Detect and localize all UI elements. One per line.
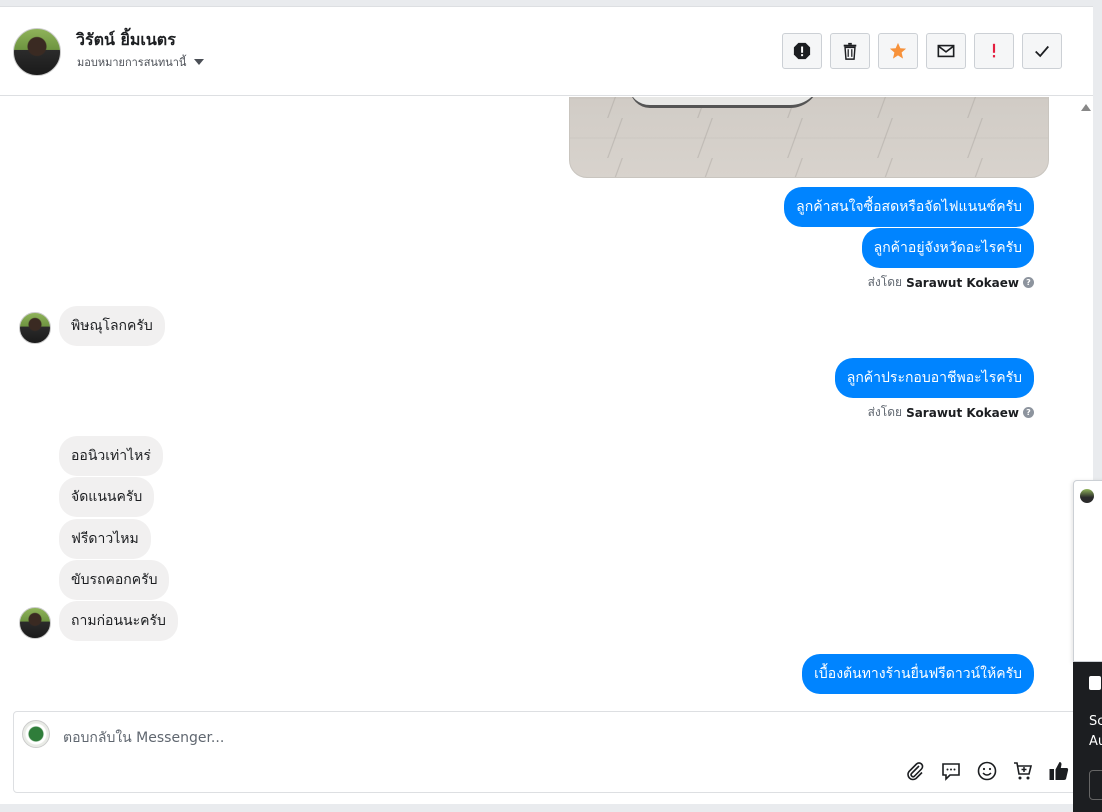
paperclip-icon[interactable] xyxy=(904,760,926,782)
sent-by-name: Sarawut Kokaew xyxy=(906,275,1019,290)
assign-conversation-dropdown[interactable]: มอบหมายการสนทนานี้ xyxy=(77,53,205,71)
sent-by-name: Sarawut Kokaew xyxy=(906,405,1019,420)
help-icon[interactable]: ? xyxy=(1023,407,1034,418)
reply-composer[interactable]: ตอบกลับใน Messenger... xyxy=(13,711,1083,793)
outgoing-message[interactable]: ลูกค้าอยู่จังหวัดอะไรครับ xyxy=(861,228,1034,268)
conversation-header: วิรัตน์ ยิ้มเนตร มอบหมายการสนทนานี้ xyxy=(0,7,1093,96)
incoming-message[interactable]: จัดแนนครับ xyxy=(59,477,155,517)
notification-popup[interactable]: Sc Au xyxy=(1073,662,1102,812)
like-icon[interactable] xyxy=(1048,760,1070,782)
envelope-icon xyxy=(937,44,955,58)
image-attachment[interactable] xyxy=(569,97,1049,178)
car-photo xyxy=(630,97,820,108)
chat-preview-widget[interactable] xyxy=(1073,480,1102,662)
reply-input[interactable]: ตอบกลับใน Messenger... xyxy=(63,727,224,749)
composer-tools xyxy=(904,760,1070,782)
saved-reply-icon[interactable] xyxy=(940,760,962,782)
alert-octagon-icon xyxy=(793,42,811,60)
contact-avatar[interactable] xyxy=(13,28,61,76)
floor-tiles xyxy=(570,97,1048,177)
notification-line-2: Au xyxy=(1089,734,1102,749)
exclamation-icon xyxy=(992,43,996,58)
notification-line-1: Sc xyxy=(1089,714,1102,729)
outgoing-message[interactable]: เบื้องต้นทางร้านยื่นฟรีดาวน์ให้ครับ xyxy=(802,654,1034,694)
page-avatar xyxy=(22,720,50,748)
notification-button[interactable] xyxy=(1089,770,1102,800)
cart-icon[interactable] xyxy=(1012,760,1034,782)
sent-by-label: ส่งโดย Sarawut Kokaew ? xyxy=(868,403,1034,422)
assign-label: มอบหมายการสนทนานี้ xyxy=(77,56,187,69)
star-icon xyxy=(889,42,907,59)
contact-name[interactable]: วิรัตน์ ยิ้มเนตร xyxy=(76,28,176,53)
incoming-message[interactable]: พิษณุโลกครับ xyxy=(59,306,165,346)
incoming-message[interactable]: ออนิวเท่าไหร่ xyxy=(59,436,163,476)
outgoing-message[interactable]: ลูกค้าสนใจซื้อสดหรือจัดไฟแนนซ์ครับ xyxy=(784,187,1034,227)
chevron-down-icon xyxy=(194,59,205,65)
trash-icon xyxy=(843,42,857,60)
emoji-icon[interactable] xyxy=(976,760,998,782)
sent-by-prefix: ส่งโดย xyxy=(867,405,903,419)
follow-up-button[interactable] xyxy=(974,33,1014,69)
sent-by-prefix: ส่งโดย xyxy=(867,275,903,289)
spam-button[interactable] xyxy=(782,33,822,69)
star-button[interactable] xyxy=(878,33,918,69)
message-thread[interactable]: ลูกค้าสนใจซื้อสดหรือจัดไฟแนนซ์ครับ ลูกค้… xyxy=(0,97,1078,709)
contact-avatar-small xyxy=(19,607,51,639)
app-frame: วิรัตน์ ยิ้มเนตร มอบหมายการสนทนานี้ ลูกค… xyxy=(0,0,1102,812)
delete-button[interactable] xyxy=(830,33,870,69)
widget-avatar xyxy=(1080,489,1094,503)
contact-avatar-small xyxy=(19,312,51,344)
outgoing-message[interactable]: ลูกค้าประกอบอาชีพอะไรครับ xyxy=(834,358,1034,398)
mark-done-button[interactable] xyxy=(1022,33,1062,69)
conversation-panel: วิรัตน์ ยิ้มเนตร มอบหมายการสนทนานี้ ลูกค… xyxy=(0,6,1093,804)
app-icon xyxy=(1089,676,1101,690)
scroll-up-arrow[interactable] xyxy=(1081,104,1091,111)
help-icon[interactable]: ? xyxy=(1023,277,1034,288)
mark-unread-button[interactable] xyxy=(926,33,966,69)
incoming-message[interactable]: ขับรถคอกครับ xyxy=(59,560,170,600)
check-icon xyxy=(1035,45,1049,58)
sent-by-label: ส่งโดย Sarawut Kokaew ? xyxy=(868,273,1034,292)
incoming-message[interactable]: ถามก่อนนะครับ xyxy=(59,601,178,641)
incoming-message[interactable]: ฟรีดาวไหม xyxy=(59,519,151,559)
header-actions xyxy=(782,33,1062,69)
